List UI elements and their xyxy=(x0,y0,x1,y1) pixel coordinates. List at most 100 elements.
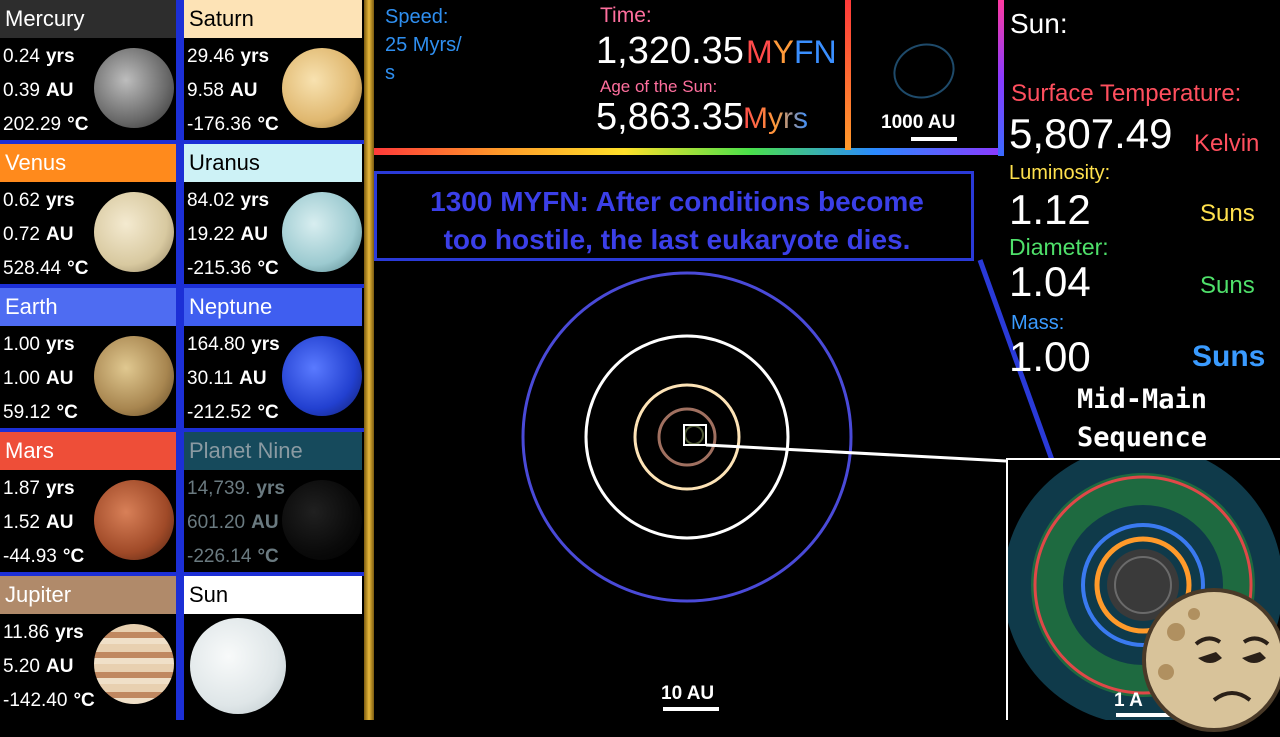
luminosity-unit: Suns xyxy=(1200,200,1255,227)
temperature: -212.52 °C xyxy=(187,402,279,424)
orbit-view: 10 AU xyxy=(521,271,1006,711)
orbital-period-unit: yrs xyxy=(240,190,270,211)
orbital-distance-value: 9.58 xyxy=(187,80,224,101)
jupiter-icon xyxy=(94,624,174,704)
orbital-distance-unit: AU xyxy=(251,512,279,533)
orbital-period: 1.00 yrs xyxy=(3,334,75,356)
surface-temp-label: Surface Temperature: xyxy=(1011,80,1242,107)
uranus-icon xyxy=(282,192,362,272)
orbital-period: 0.24 yrs xyxy=(3,46,75,68)
top-rainbow-bar xyxy=(374,148,1000,155)
speed-value-unit: s xyxy=(385,62,395,84)
planet-name: Earth xyxy=(0,288,176,326)
orbital-distance-unit: AU xyxy=(45,224,74,245)
mass-value: 1.00 xyxy=(1009,333,1091,380)
mars-icon xyxy=(94,480,174,560)
orbital-distance-unit: AU xyxy=(240,224,268,245)
orbital-period-unit: yrs xyxy=(55,622,84,643)
planet-name: Venus xyxy=(0,144,176,182)
temperature-value: -44.93 xyxy=(3,546,57,567)
neptune-icon xyxy=(282,336,362,416)
orbital-period-value: 1.00 xyxy=(3,334,40,355)
orbital-distance: 5.20 AU xyxy=(3,656,73,678)
earth-icon xyxy=(94,336,174,416)
stage-line2: Sequence xyxy=(1076,422,1208,453)
grid-separator-horizontal xyxy=(0,428,364,432)
top-info-panel: Speed: 25 Myrs/ s Time: 1,320.35 MYFN Ag… xyxy=(374,0,850,150)
temperature: 59.12 °C xyxy=(3,402,78,424)
temperature-unit: °C xyxy=(257,546,279,567)
orbital-period-unit: yrs xyxy=(256,478,285,499)
orbital-distance-unit: AU xyxy=(229,80,258,101)
temperature-value: -226.14 xyxy=(187,546,252,567)
orbital-period-unit: yrs xyxy=(240,46,270,67)
orbital-distance-value: 30.11 xyxy=(187,368,234,389)
planet-name: Uranus xyxy=(184,144,362,182)
temperature: -176.36 °C xyxy=(187,114,279,136)
orbital-period-unit: yrs xyxy=(45,46,75,67)
minimap-orbit xyxy=(885,35,963,107)
speed-value: 25 Myrs/ xyxy=(385,34,462,56)
orbital-distance: 1.00 AU xyxy=(3,368,73,390)
orbital-period-value: 14,739. xyxy=(187,478,251,499)
orbital-period-value: 29.46 xyxy=(187,46,235,67)
orbital-distance-value: 1.52 xyxy=(3,512,40,533)
planet-nine-icon xyxy=(282,480,362,560)
sun-panel: Sun: Surface Temperature: 5,807.49 Kelvi… xyxy=(1004,0,1280,460)
planet-name: Mercury xyxy=(0,0,176,38)
planet-card-saturn: Saturn 29.46 yrs 9.58 AU -176.36 °C xyxy=(184,0,362,142)
planet-name: Sun xyxy=(184,576,362,614)
orbital-period-value: 164.80 xyxy=(187,334,246,355)
surface-temp-unit: Kelvin xyxy=(1194,130,1260,157)
temperature-value: 59.12 xyxy=(3,402,51,423)
speed-label: Speed: xyxy=(385,6,449,28)
temperature-value: -215.36 xyxy=(187,258,252,279)
orbital-period-value: 84.02 xyxy=(187,190,235,211)
orbital-period: 0.62 yrs xyxy=(3,190,75,212)
orbital-period: 164.80 yrs xyxy=(187,334,280,356)
orbital-distance: 601.20 AU xyxy=(187,512,279,534)
orbital-period-value: 1.87 xyxy=(3,478,40,499)
temperature-value: -212.52 xyxy=(187,402,252,423)
temperature-unit: °C xyxy=(257,114,279,135)
orbital-distance-value: 0.72 xyxy=(3,224,40,245)
orbital-period-unit: yrs xyxy=(45,334,75,355)
surface-temp-value: 5,807.49 xyxy=(1009,110,1173,157)
time-unit: MYFN xyxy=(746,34,837,70)
minimap: 1000 AU xyxy=(851,0,998,148)
orbital-period-value: 0.62 xyxy=(3,190,40,211)
saturn-icon xyxy=(282,48,362,128)
orbital-period: 29.46 yrs xyxy=(187,46,269,68)
temperature: 528.44 °C xyxy=(3,258,88,280)
planet-name: Neptune xyxy=(184,288,362,326)
orbital-distance-unit: AU xyxy=(45,368,74,389)
temperature-value: 528.44 xyxy=(3,258,62,279)
temperature-unit: °C xyxy=(62,546,85,567)
sun-panel-title: Sun: xyxy=(1010,8,1068,39)
character-face-icon xyxy=(1136,582,1280,732)
age-value: 5,863.35 xyxy=(596,96,744,138)
mass-unit: Suns xyxy=(1192,340,1266,373)
orbital-period-unit: yrs xyxy=(251,334,280,355)
orbital-period: 1.87 yrs xyxy=(3,478,75,500)
planet-card-neptune: Neptune 164.80 yrs 30.11 AU -212.52 °C xyxy=(184,288,362,430)
orbit-ring-neptune xyxy=(521,271,853,603)
temperature-unit: °C xyxy=(67,258,89,279)
orbital-distance-unit: AU xyxy=(45,80,74,101)
orbit-ring-inner xyxy=(684,425,704,445)
planet-card-jupiter: Jupiter 11.86 yrs 5.20 AU -142.40 °C xyxy=(0,576,176,718)
planet-card-mercury: Mercury 0.24 yrs 0.39 AU 202.29 °C xyxy=(0,0,176,142)
main-scale-label: 10 AU xyxy=(661,683,714,704)
age-unit: Myrs xyxy=(743,102,808,135)
orbital-distance-value: 601.20 xyxy=(187,512,246,533)
orbital-distance: 9.58 AU xyxy=(187,80,257,102)
time-value: 1,320.35 xyxy=(596,30,744,72)
orbital-period-unit: yrs xyxy=(45,190,75,211)
diameter-value: 1.04 xyxy=(1009,258,1091,305)
mass-label: Mass: xyxy=(1011,312,1065,334)
planet-card-planet-nine: Planet Nine 14,739. yrs 601.20 AU -226.14 °C xyxy=(184,432,362,574)
orbital-distance: 30.11 AU xyxy=(187,368,267,390)
grid-separator-horizontal xyxy=(0,140,364,144)
temperature-unit: °C xyxy=(56,402,78,423)
orbital-distance-value: 1.00 xyxy=(3,368,40,389)
